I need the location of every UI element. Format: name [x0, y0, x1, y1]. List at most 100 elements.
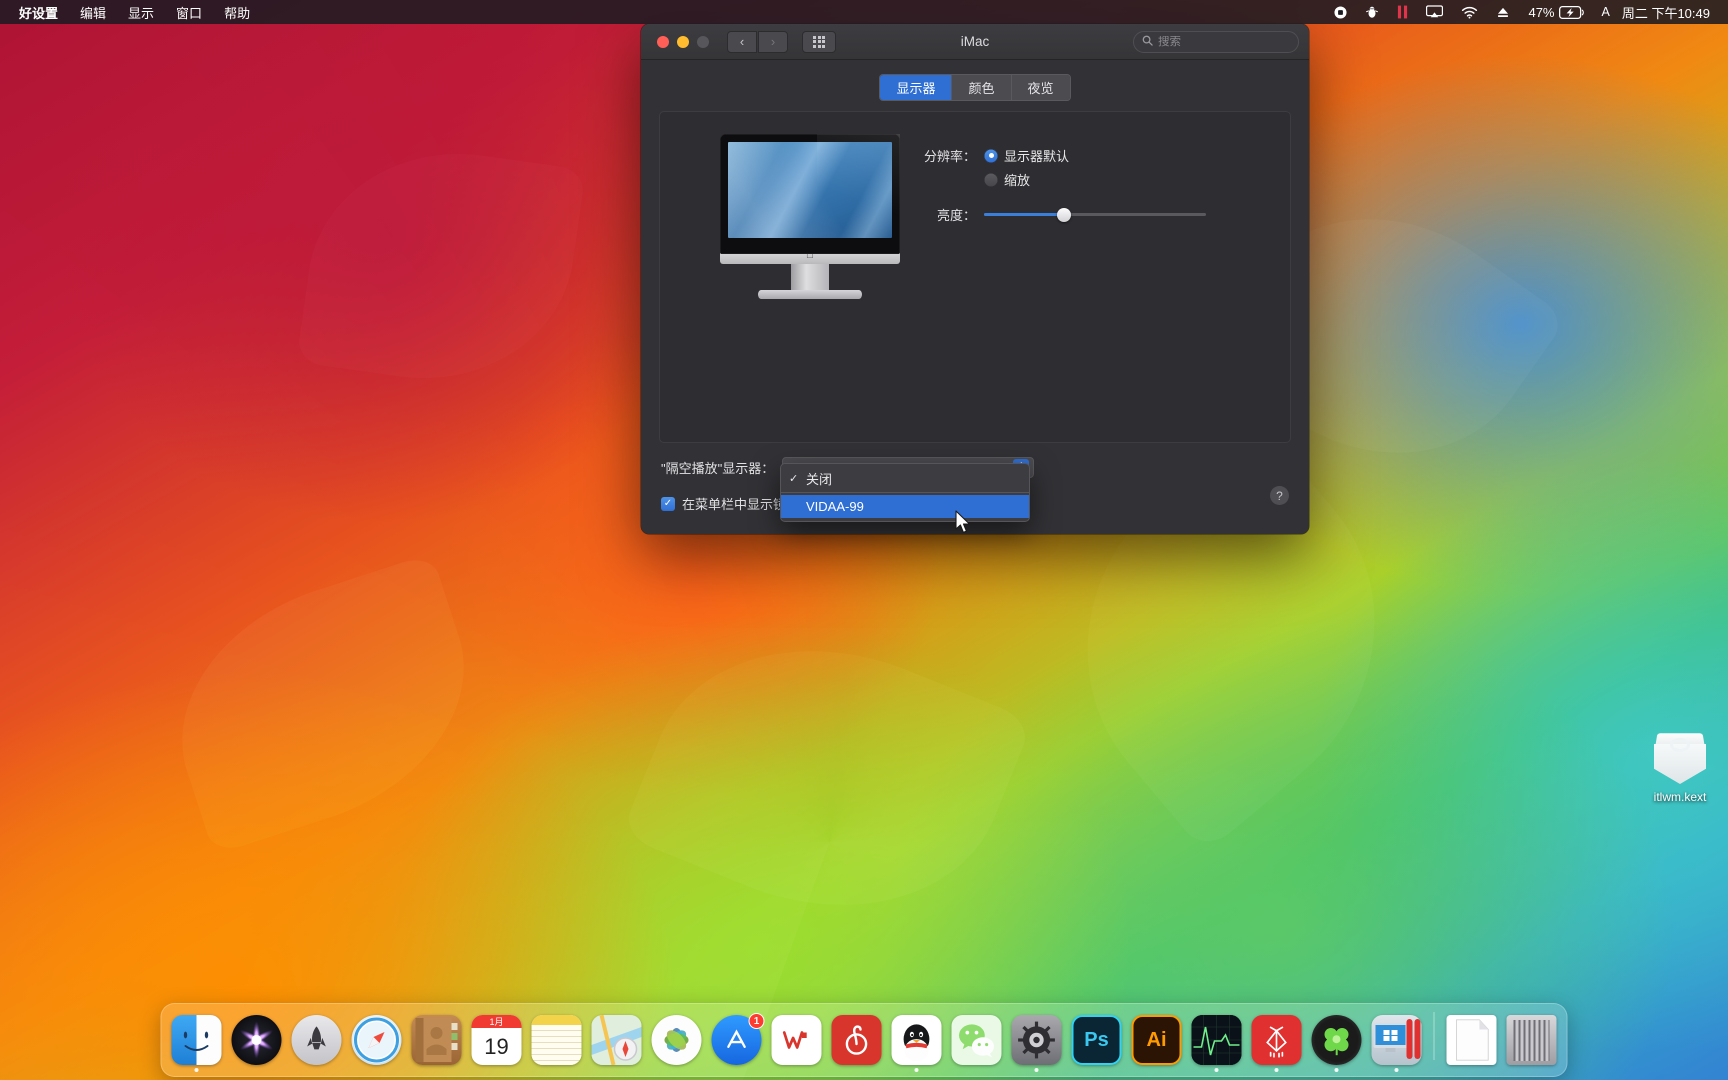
dock-item-safari[interactable]: [350, 1015, 404, 1072]
imac-screen-bezel: [720, 134, 900, 254]
wifi-icon[interactable]: [1452, 0, 1487, 24]
menu-bar-status-area: 47% A 周二 下午10:49: [1325, 0, 1728, 24]
running-indicator: [855, 1068, 859, 1072]
dock-item-hex-fiend[interactable]: [1250, 1015, 1304, 1072]
minimize-button[interactable]: [677, 35, 689, 48]
dock-item-parallels[interactable]: [1370, 1015, 1424, 1072]
launchpad-icon: [291, 1015, 342, 1065]
search-input[interactable]: [1158, 35, 1290, 48]
running-indicator: [675, 1068, 679, 1072]
running-indicator: [795, 1068, 799, 1072]
resolution-radio-group: 显示器默认 缩放: [984, 146, 1069, 189]
system-preferences-icon: [1011, 1015, 1062, 1065]
dropdown-option-vidaa[interactable]: VIDAA-99: [781, 495, 1029, 518]
wallpaper-petal: [620, 593, 1033, 963]
dock-item-photoshop[interactable]: Ps: [1070, 1015, 1124, 1072]
activity-monitor-icon: [1191, 1015, 1242, 1065]
airplay-label: "隔空播放"显示器：: [661, 461, 775, 476]
checkbox-checked-icon[interactable]: ✓: [661, 496, 675, 511]
menu-bar-clock[interactable]: 周二 下午10:49: [1618, 3, 1718, 22]
dropdown-separator: [781, 492, 1029, 493]
battery-charging-icon[interactable]: [1557, 0, 1594, 24]
running-indicator: [1470, 1068, 1474, 1072]
dock-item-appstore[interactable]: 1: [710, 1013, 765, 1072]
radio-off-icon: [984, 172, 998, 187]
dock-item-wps[interactable]: [770, 1015, 824, 1072]
running-indicator: [1214, 1068, 1219, 1072]
finder-icon: [171, 1015, 222, 1065]
dropdown-option-vidaa-label: VIDAA-99: [806, 499, 864, 514]
tab-display[interactable]: 显示器: [880, 75, 953, 100]
slider-knob[interactable]: [1056, 207, 1071, 222]
show-all-button[interactable]: [802, 30, 836, 53]
dock-item-trash[interactable]: [1505, 1015, 1559, 1072]
zoom-button[interactable]: [697, 35, 709, 48]
notification-badge: 1: [748, 1013, 765, 1029]
search-icon: [1142, 35, 1153, 49]
contacts-icon: [411, 1015, 462, 1065]
dock-item-launchpad[interactable]: [290, 1015, 344, 1072]
close-button[interactable]: [657, 35, 669, 48]
dock-separator: [1433, 1012, 1435, 1060]
dock-item-cleanmymac[interactable]: [1310, 1015, 1364, 1072]
parallels-icon: [1371, 1015, 1422, 1065]
desktop-icon-label: itlwm.kext: [1653, 790, 1707, 804]
pause-icon[interactable]: [1388, 0, 1417, 24]
safari-icon: [351, 1015, 402, 1065]
dock-item-maps[interactable]: [590, 1015, 644, 1072]
menu-item-help[interactable]: 帮助: [213, 0, 261, 24]
search-box[interactable]: [1133, 30, 1299, 53]
wallpaper-petal: [146, 553, 500, 855]
record-icon[interactable]: [1325, 0, 1356, 24]
dropdown-option-off[interactable]: ✓ 关闭: [781, 467, 1029, 490]
maps-icon: [591, 1015, 642, 1065]
dock-item-contacts[interactable]: [410, 1015, 464, 1072]
notes-icon: [531, 1015, 582, 1065]
help-button[interactable]: ?: [1270, 486, 1289, 505]
dock-item-photos[interactable]: [650, 1015, 704, 1072]
radio-default-resolution[interactable]: 显示器默认: [984, 146, 1069, 165]
bug-icon[interactable]: [1356, 0, 1388, 24]
running-indicator: [1034, 1068, 1039, 1072]
menu-item-view[interactable]: 显示: [117, 0, 165, 24]
tab-color[interactable]: 颜色: [952, 75, 1012, 100]
dock-item-illustrator[interactable]: Ai: [1130, 1015, 1184, 1072]
dock-item-finder[interactable]: [170, 1015, 224, 1072]
brightness-slider[interactable]: [984, 207, 1206, 222]
desktop-icon-itlwm-kext[interactable]: itlwm.kext: [1625, 728, 1728, 805]
kext-file-icon: [1648, 728, 1712, 786]
radio-scaled-label: 缩放: [1004, 173, 1031, 188]
dock-item-system-preferences[interactable]: [1010, 1015, 1064, 1072]
input-source-indicator[interactable]: A: [1594, 5, 1618, 19]
dock-item-wechat[interactable]: [950, 1015, 1004, 1072]
battery-percent-label: 47%: [1528, 4, 1555, 20]
running-indicator: [375, 1068, 379, 1072]
hex-fiend-icon: [1251, 1015, 1302, 1065]
mouse-cursor: [955, 510, 972, 540]
dropdown-option-off-label: 关闭: [806, 472, 833, 487]
dock-item-calendar[interactable]: 1月 19: [470, 1015, 524, 1072]
running-indicator: [975, 1068, 979, 1072]
forward-button[interactable]: ›: [758, 30, 788, 53]
dock-item-qq[interactable]: [890, 1015, 944, 1072]
tab-night-shift[interactable]: 夜览: [1011, 75, 1070, 100]
dock-item-activity-monitor[interactable]: [1190, 1015, 1244, 1072]
menu-item-edit[interactable]: 编辑: [69, 0, 117, 24]
dock-item-document[interactable]: [1445, 1015, 1499, 1072]
running-indicator: [914, 1068, 919, 1072]
airplay-icon[interactable]: [1417, 0, 1452, 24]
dock-item-notes[interactable]: [530, 1015, 584, 1072]
dock-item-siri[interactable]: [230, 1015, 284, 1072]
wechat-icon: [951, 1015, 1002, 1065]
dock-item-netease-music[interactable]: [830, 1015, 884, 1072]
menu-item-app[interactable]: 好设置: [8, 0, 69, 24]
running-indicator: [1274, 1068, 1279, 1072]
running-indicator: [1530, 1068, 1534, 1072]
eject-icon[interactable]: [1487, 0, 1519, 24]
radio-scaled-resolution[interactable]: 缩放: [984, 170, 1069, 189]
menu-item-window[interactable]: 窗口: [165, 0, 213, 24]
window-title-bar[interactable]: ‹ › iMac: [641, 24, 1309, 60]
running-indicator: [615, 1068, 619, 1072]
back-button[interactable]: ‹: [727, 30, 757, 53]
running-indicator: [555, 1068, 559, 1072]
